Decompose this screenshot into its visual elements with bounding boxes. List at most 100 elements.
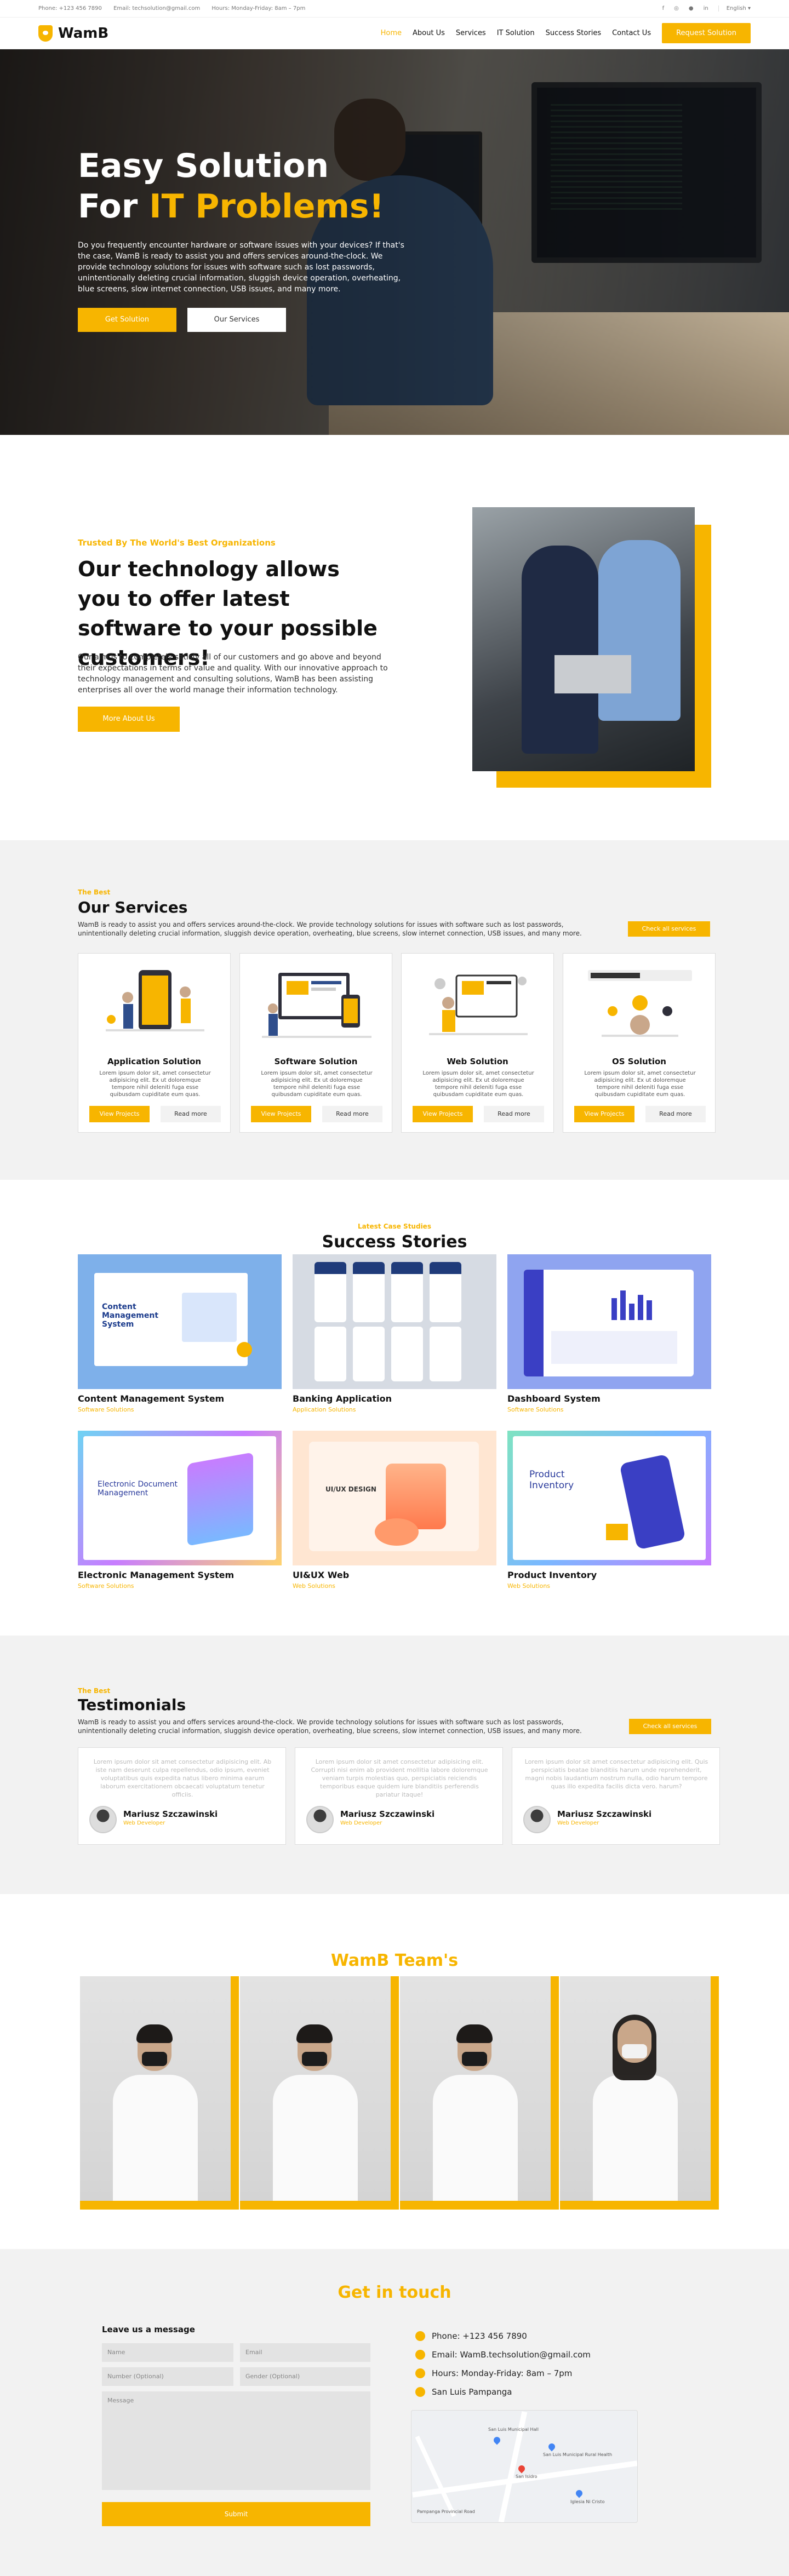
- nav-item-home[interactable]: Home: [381, 29, 402, 37]
- map-label: Iglesia Ni Cristo: [570, 2499, 605, 2504]
- team-title: WamB Team's: [330, 1951, 459, 1970]
- story-image-edm: Electronic Document Management: [78, 1431, 282, 1565]
- check-all-testimonials-button[interactable]: Check all services: [629, 1719, 711, 1734]
- submit-button[interactable]: Submit: [102, 2502, 370, 2526]
- facebook-icon[interactable]: f: [662, 5, 665, 12]
- language-select[interactable]: English ▾: [718, 5, 751, 12]
- member-photo: [80, 1976, 231, 2201]
- nav-item-success-stories[interactable]: Success Stories: [546, 29, 602, 37]
- about-photo: [472, 507, 695, 771]
- nav-menu: Home About Us Services IT Solution Succe…: [381, 23, 751, 43]
- hero-section: Easy Solution For IT Problems! Do you fr…: [0, 49, 789, 435]
- story-title: Dashboard System: [507, 1393, 601, 1404]
- service-text: Lorem ipsum dolor sit, amet consectetur …: [261, 1070, 373, 1098]
- contact-hours: Hours: Monday-Friday: 8am – 7pm: [415, 2368, 572, 2378]
- contact-location-text: San Luis Pampanga: [432, 2387, 512, 2397]
- location-map[interactable]: San Luis Municipal Hall San Luis Municip…: [411, 2410, 638, 2523]
- testimonial-quote: Lorem ipsum dolor sit amet consectetur a…: [524, 1758, 708, 1790]
- mail-icon: [415, 2350, 425, 2360]
- services-desc: WamB is ready to assist you and offers s…: [78, 921, 582, 937]
- member-photo: [560, 1976, 711, 2201]
- service-card: Software Solution Lorem ipsum dolor sit,…: [239, 953, 392, 1133]
- more-about-us-button[interactable]: More About Us: [78, 707, 180, 732]
- language-label: English: [726, 5, 746, 12]
- story-card[interactable]: UI/UX DESIGN UI&UX Web Web Solutions: [293, 1431, 496, 1590]
- view-projects-button[interactable]: View Projects: [89, 1106, 150, 1122]
- story-card[interactable]: Electronic Document Management Electroni…: [78, 1431, 282, 1590]
- nav-item-services[interactable]: Services: [456, 29, 486, 37]
- hero-heading-prefix: For: [78, 187, 150, 226]
- message-textarea[interactable]: Message: [102, 2391, 370, 2490]
- map-pin-icon[interactable]: [492, 2435, 502, 2445]
- view-projects-button[interactable]: View Projects: [251, 1106, 311, 1122]
- story-image-text: Product Inventory: [529, 1469, 574, 1491]
- testimonial-role: Web Developer: [557, 1820, 599, 1826]
- contact-email-text: Email: WamB.techsolution@gmail.com: [432, 2350, 591, 2360]
- get-solution-button[interactable]: Get Solution: [78, 308, 176, 332]
- our-services-button[interactable]: Our Services: [187, 308, 286, 332]
- contact-email: Email: WamB.techsolution@gmail.com: [415, 2350, 591, 2360]
- testimonial-role: Web Developer: [123, 1820, 165, 1826]
- brand-name: WamB: [58, 25, 109, 42]
- story-card[interactable]: Content Management System Content Manage…: [78, 1254, 282, 1413]
- read-more-button[interactable]: Read more: [484, 1106, 544, 1122]
- gender-input[interactable]: Gender (Optional): [240, 2367, 370, 2386]
- view-projects-button[interactable]: View Projects: [574, 1106, 634, 1122]
- story-title: UI&UX Web: [293, 1570, 350, 1580]
- story-category: Web Solutions: [507, 1582, 551, 1590]
- testimonial-card: Lorem ipsum dolor sit amet consectetur a…: [295, 1747, 503, 1845]
- hero-heading-line1: Easy Solution: [78, 147, 329, 185]
- linkedin-icon[interactable]: in: [704, 5, 708, 12]
- nav-item-it-solution[interactable]: IT Solution: [497, 29, 535, 37]
- story-card[interactable]: Dashboard System Software Solutions: [507, 1254, 711, 1413]
- topbar-hours: Hours: Monday-Friday: 8am – 7pm: [211, 5, 306, 12]
- about-text: Our aim is to completely satisfy all of …: [78, 653, 388, 695]
- map-pin-icon[interactable]: [517, 2464, 527, 2474]
- instagram-icon[interactable]: ◎: [674, 5, 679, 12]
- testimonial-name: Mariusz Szczawinski: [340, 1809, 435, 1819]
- software-solution-illustration: [262, 973, 371, 1038]
- check-all-services-button[interactable]: Check all services: [628, 921, 710, 937]
- app-solution-illustration: [106, 970, 204, 1031]
- story-card[interactable]: Banking Application Application Solution…: [293, 1254, 496, 1413]
- contact-section: Get in touch Leave us a message Name Ema…: [0, 2249, 789, 2576]
- map-pin-icon[interactable]: [574, 2488, 584, 2498]
- nav-item-about[interactable]: About Us: [413, 29, 445, 37]
- brand-logo[interactable]: WamB: [38, 25, 108, 42]
- team-member: [80, 1976, 239, 2210]
- read-more-button[interactable]: Read more: [322, 1106, 382, 1122]
- service-title: Web Solution: [447, 1057, 508, 1066]
- member-photo: [240, 1976, 391, 2201]
- email-input[interactable]: Email: [240, 2343, 370, 2362]
- testimonial-card: Lorem ipsum dolor sit amet consectetur a…: [78, 1747, 286, 1845]
- story-image-text: UI/UX DESIGN: [325, 1485, 376, 1493]
- top-bar: Phone: +123 456 7890 Email: techsolution…: [0, 0, 789, 18]
- testimonials-title: Testimonials: [78, 1696, 186, 1714]
- services-title: Our Services: [78, 898, 188, 916]
- testimonials-desc: WamB is ready to assist you and offers s…: [78, 1718, 582, 1735]
- story-category: Web Solutions: [293, 1582, 336, 1590]
- github-icon[interactable]: ●: [689, 5, 694, 12]
- shield-logo-icon: [38, 25, 53, 42]
- request-solution-button[interactable]: Request Solution: [662, 23, 751, 43]
- story-image-banking: [293, 1254, 496, 1389]
- map-pin-icon[interactable]: [547, 2442, 557, 2452]
- service-card: Application Solution Lorem ipsum dolor s…: [78, 953, 231, 1133]
- service-text: Lorem ipsum dolor sit, amet consectetur …: [584, 1070, 696, 1098]
- number-placeholder: Number (Optional): [107, 2373, 164, 2380]
- read-more-button[interactable]: Read more: [645, 1106, 706, 1122]
- nav-item-contact[interactable]: Contact Us: [612, 29, 651, 37]
- read-more-button[interactable]: Read more: [161, 1106, 221, 1122]
- service-title: OS Solution: [611, 1057, 666, 1066]
- view-projects-button[interactable]: View Projects: [413, 1106, 473, 1122]
- contact-phone: Phone: +123 456 7890: [415, 2331, 527, 2341]
- story-category: Software Solutions: [507, 1406, 564, 1413]
- story-title: Electronic Management System: [78, 1570, 235, 1580]
- story-image-dashboard: [507, 1254, 711, 1389]
- story-card[interactable]: Product Inventory Product Inventory Web …: [507, 1431, 711, 1590]
- team-section: WamB Team's: [0, 1894, 789, 2249]
- contact-strip: Phone: +123 456 7890 Email: techsolution…: [38, 5, 315, 12]
- number-input[interactable]: Number (Optional): [102, 2367, 233, 2386]
- name-input[interactable]: Name: [102, 2343, 233, 2362]
- map-label: San Isidro: [516, 2474, 538, 2479]
